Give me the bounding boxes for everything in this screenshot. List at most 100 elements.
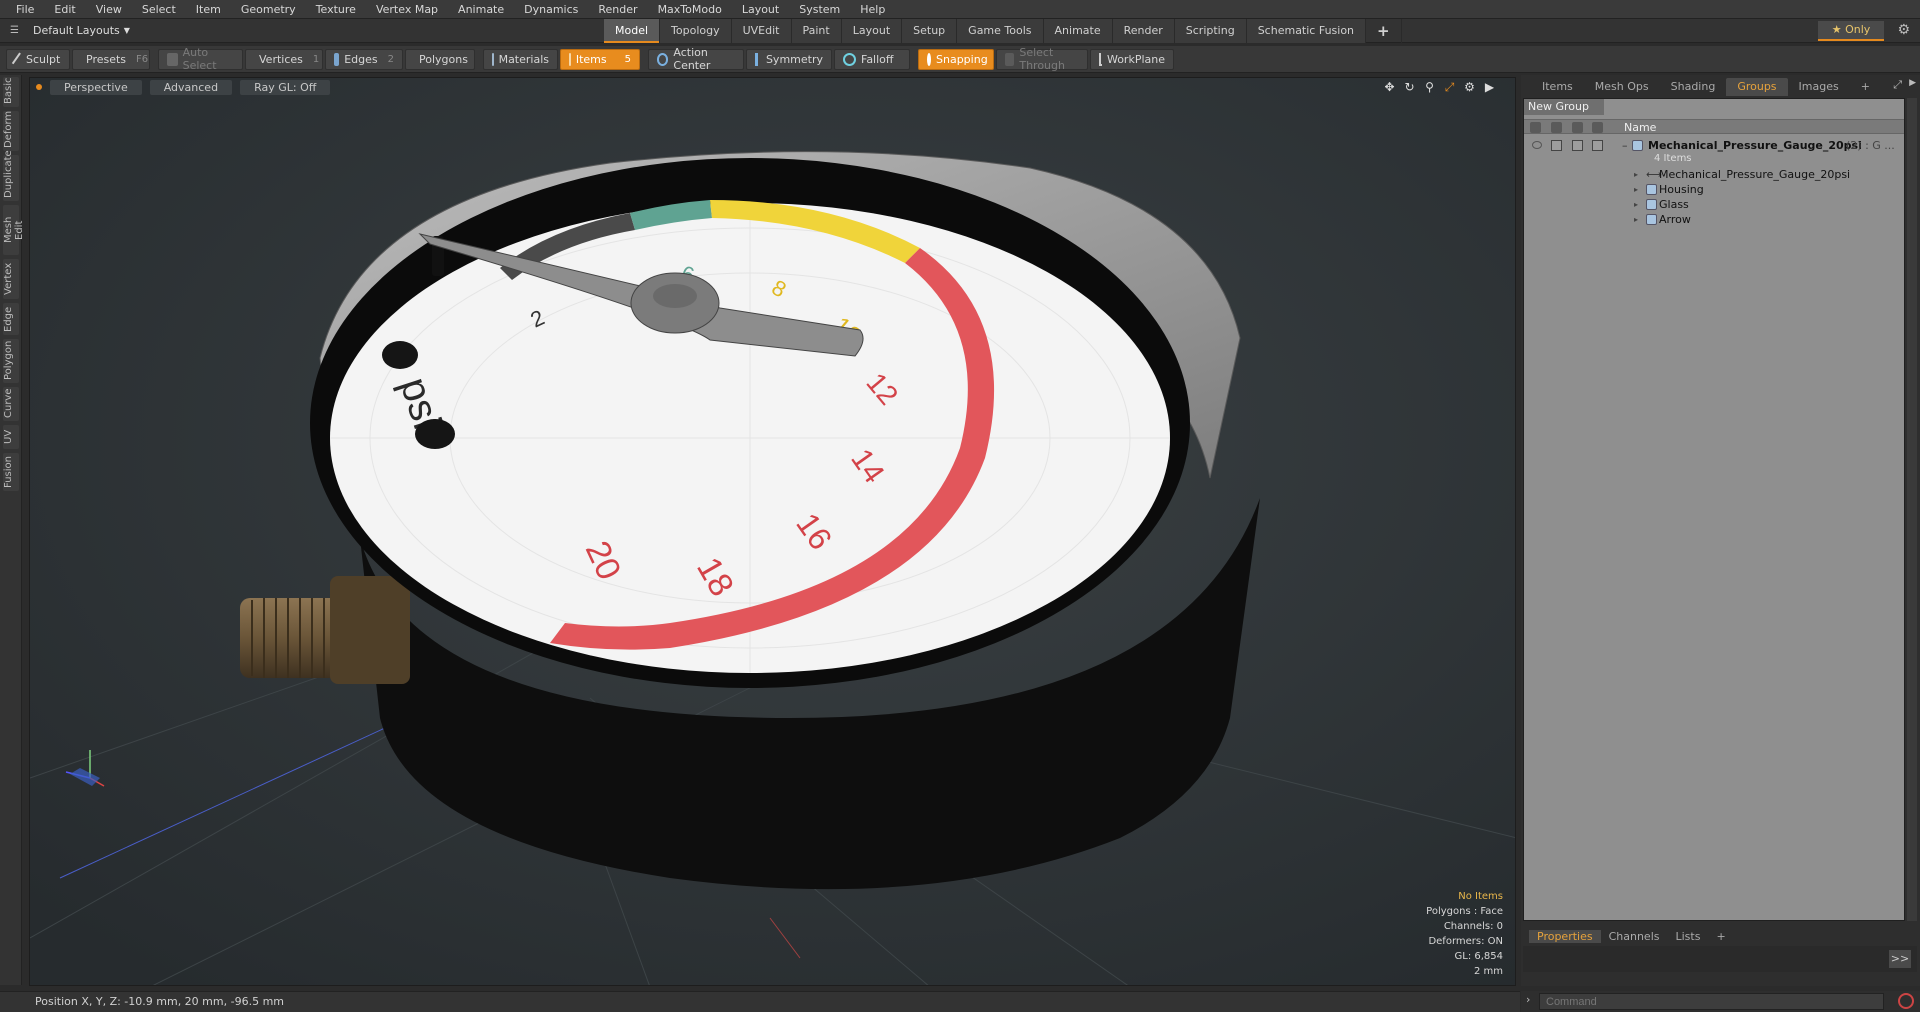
viewport-gear-icon[interactable]: ⚙ xyxy=(1462,80,1477,94)
falloff-icon xyxy=(843,52,856,66)
select-through-button[interactable]: Select Through xyxy=(996,46,1088,72)
child-expand-icon[interactable]: ▸ xyxy=(1634,211,1638,228)
bottom-tab-channels[interactable]: Channels xyxy=(1601,930,1668,943)
tab-schematic-fusion[interactable]: Schematic Fusion xyxy=(1246,19,1367,43)
right-panel: Items Mesh Ops Shading Groups Images + ⤢ ▶ Ne… xyxy=(1521,75,1920,986)
action-center-label: Action Center xyxy=(673,46,711,72)
tab-topology[interactable]: Topology xyxy=(660,19,732,43)
sculpt-button[interactable]: Sculpt xyxy=(6,48,70,70)
new-group-button[interactable]: New Group xyxy=(1524,99,1604,115)
layout-bar: ☰ Default Layouts ▼ Model Topology UVEdit P… xyxy=(0,19,1920,43)
items-button[interactable]: Items 5 xyxy=(560,48,640,70)
snapping-button[interactable]: Snapping xyxy=(918,48,994,70)
viewport-menu-dot-icon[interactable] xyxy=(36,84,42,90)
menu-help[interactable]: Help xyxy=(850,0,895,19)
star-icon: ★ xyxy=(1831,23,1842,36)
menu-texture[interactable]: Texture xyxy=(306,0,366,19)
menu-select[interactable]: Select xyxy=(132,0,186,19)
menu-file[interactable]: File xyxy=(6,0,44,19)
menu-vertex-map[interactable]: Vertex Map xyxy=(366,0,448,19)
layout-select-label: Default Layouts xyxy=(32,24,120,37)
left-tab-polygon[interactable]: Polygon xyxy=(3,339,19,383)
eye-icon[interactable] xyxy=(1532,141,1542,149)
falloff-button[interactable]: Falloff xyxy=(834,48,910,70)
presets-button[interactable]: Presets F6 xyxy=(72,48,150,70)
menu-dynamics[interactable]: Dynamics xyxy=(514,0,588,19)
menu-view[interactable]: View xyxy=(86,0,132,19)
menu-geometry[interactable]: Geometry xyxy=(231,0,306,19)
groups-scrollbar[interactable] xyxy=(1907,98,1917,921)
tab-scripting[interactable]: Scripting xyxy=(1174,19,1247,43)
workplane-icon xyxy=(1099,52,1102,66)
tab-paint[interactable]: Paint xyxy=(791,19,842,43)
command-bar: › xyxy=(1521,991,1920,1012)
view-mode-button[interactable]: Perspective xyxy=(50,79,142,95)
rotate-icon[interactable]: ↻ xyxy=(1402,80,1417,94)
expand-button[interactable]: >> xyxy=(1889,950,1911,968)
tab-animate[interactable]: Animate xyxy=(1043,19,1113,43)
left-tab-deform[interactable]: Deform xyxy=(3,111,19,151)
bottom-tab-properties[interactable]: Properties xyxy=(1529,929,1601,943)
left-tab-vertex[interactable]: Vertex xyxy=(3,259,19,299)
info-deformers: Deformers: ON xyxy=(1428,936,1503,947)
symmetry-button[interactable]: Symmetry xyxy=(746,48,832,70)
left-tab-fusion[interactable]: Fusion xyxy=(3,453,19,491)
left-tab-mesh-edit[interactable]: Mesh Edit xyxy=(3,205,25,255)
panel-tab-shading[interactable]: Shading xyxy=(1660,78,1727,96)
tab-game-tools[interactable]: Game Tools xyxy=(957,19,1044,43)
tab-layout[interactable]: Layout xyxy=(841,19,903,43)
bottom-tab-lists[interactable]: Lists xyxy=(1668,930,1709,943)
raygl-button[interactable]: Ray GL: Off xyxy=(240,79,331,95)
materials-button[interactable]: Materials xyxy=(483,48,558,70)
select-column-icon xyxy=(1592,122,1603,133)
action-center-button[interactable]: Action Center xyxy=(648,46,744,72)
shading-mode-button[interactable]: Advanced xyxy=(149,79,233,95)
workplane-button[interactable]: WorkPlane xyxy=(1090,48,1174,70)
maximize-icon[interactable]: ⤢ xyxy=(1442,80,1457,94)
menu-system[interactable]: System xyxy=(789,0,850,19)
left-tab-edge[interactable]: Edge xyxy=(3,303,19,335)
only-button[interactable]: ★ Only xyxy=(1818,21,1884,41)
pan-icon[interactable]: ✥ xyxy=(1382,80,1397,94)
tab-setup[interactable]: Setup xyxy=(902,19,958,43)
panel-tab-groups[interactable]: Groups xyxy=(1726,78,1788,96)
panel-tab-images[interactable]: Images xyxy=(1788,78,1850,96)
zoom-icon[interactable]: ⚲ xyxy=(1422,80,1437,94)
add-bottom-tab-button[interactable]: + xyxy=(1708,930,1733,943)
add-tab-button[interactable]: + xyxy=(1366,19,1402,43)
presets-label: Presets xyxy=(86,52,127,66)
command-input[interactable] xyxy=(1539,993,1884,1010)
left-tab-basic[interactable]: Basic xyxy=(3,77,19,107)
edges-button[interactable]: Edges 2 xyxy=(325,48,403,70)
3d-viewport[interactable]: 2 4 6 8 10 12 14 16 18 20 psi xyxy=(29,77,1516,986)
viewport-arrow-icon[interactable]: ▶ xyxy=(1482,80,1497,94)
menu-layout[interactable]: Layout xyxy=(732,0,789,19)
auto-select-button[interactable]: Auto Select xyxy=(158,46,243,72)
tab-uvedit[interactable]: UVEdit xyxy=(731,19,792,43)
left-tab-uv[interactable]: UV xyxy=(3,425,19,449)
menu-animate[interactable]: Animate xyxy=(448,0,514,19)
left-tab-duplicate[interactable]: Duplicate xyxy=(3,150,19,201)
panel-maximize-icon[interactable]: ⤢ xyxy=(1893,78,1902,92)
stop-icon[interactable] xyxy=(1898,993,1914,1009)
tab-model[interactable]: Model xyxy=(604,19,661,43)
items-count: 5 xyxy=(624,53,631,65)
layout-select[interactable]: ☰ Default Layouts ▼ xyxy=(0,19,140,43)
properties-panel: >> xyxy=(1523,946,1917,972)
panel-tab-items[interactable]: Items xyxy=(1531,78,1584,96)
menu-render[interactable]: Render xyxy=(588,0,647,19)
menu-edit[interactable]: Edit xyxy=(44,0,85,19)
panel-tab-mesh-ops[interactable]: Mesh Ops xyxy=(1584,78,1660,96)
vertices-button[interactable]: Vertices 1 xyxy=(245,48,323,70)
panel-arrow-icon[interactable]: ▶ xyxy=(1909,78,1916,88)
visibility-column-icon xyxy=(1530,122,1541,133)
menu-item[interactable]: Item xyxy=(186,0,231,19)
gear-icon[interactable]: ⚙ xyxy=(1897,22,1910,38)
tab-render[interactable]: Render xyxy=(1112,19,1175,43)
left-tab-curve[interactable]: Curve xyxy=(3,387,19,421)
add-panel-tab-button[interactable]: + xyxy=(1850,78,1881,96)
group-child-row[interactable]: ▸ Arrow xyxy=(1524,211,1904,228)
render-column-icon xyxy=(1551,122,1562,133)
polygons-button[interactable]: Polygons xyxy=(405,48,475,70)
menu-maxtomodo[interactable]: MaxToModo xyxy=(648,0,732,19)
